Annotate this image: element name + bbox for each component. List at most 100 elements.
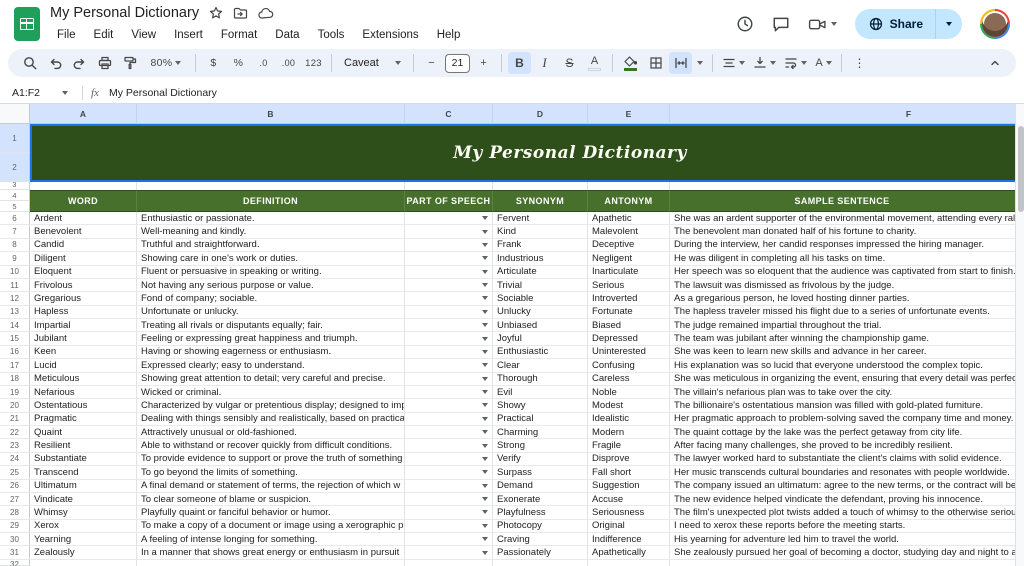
cell-part-of-speech[interactable] <box>405 359 493 372</box>
cell-word[interactable]: Lucid <box>30 359 137 372</box>
cell-antonym[interactable]: Deceptive <box>588 238 670 252</box>
cell-word[interactable]: Hapless <box>30 305 137 318</box>
cell-empty[interactable] <box>137 559 405 566</box>
cell-part-of-speech[interactable] <box>405 265 493 278</box>
cell-definition[interactable]: Well-meaning and kindly. <box>137 225 405 238</box>
menu-item-view[interactable]: View <box>124 27 163 43</box>
cell-synonym[interactable]: Craving <box>493 533 588 546</box>
cell-definition[interactable]: Enthusiastic or passionate. <box>137 212 405 225</box>
cell-sentence[interactable]: The team was jubilant after winning the … <box>670 332 1015 345</box>
cell-definition[interactable]: Unfortunate or unlucky. <box>137 305 405 318</box>
dropdown-caret-icon[interactable] <box>482 323 488 328</box>
cell-synonym[interactable]: Photocopy <box>493 519 588 532</box>
cell-antonym[interactable]: Suggestion <box>588 479 670 492</box>
cell-sentence[interactable]: I need to xerox these reports before the… <box>670 519 1015 532</box>
dropdown-caret-icon[interactable] <box>482 309 488 314</box>
dropdown-caret-icon[interactable] <box>482 376 488 381</box>
cell-antonym[interactable]: Apathetically <box>588 546 670 559</box>
cell-definition[interactable]: Expressed clearly; easy to understand. <box>137 359 405 372</box>
cell-synonym[interactable]: Demand <box>493 479 588 492</box>
cell-part-of-speech[interactable] <box>405 212 493 225</box>
font-size-input[interactable]: 21 <box>445 53 470 73</box>
row-header-14[interactable]: 14 <box>0 319 30 332</box>
share-button[interactable]: Share <box>855 9 935 39</box>
cell-word[interactable]: Zealously <box>30 546 137 559</box>
column-header-a[interactable]: A <box>30 104 137 124</box>
cell-definition[interactable]: A feeling of intense longing for somethi… <box>137 533 405 546</box>
redo-icon[interactable] <box>68 52 91 74</box>
cell-part-of-speech[interactable] <box>405 305 493 318</box>
cell-part-of-speech[interactable] <box>405 399 493 412</box>
cell-definition[interactable]: Playfully quaint or fanciful behavior or… <box>137 506 405 519</box>
cell-sentence[interactable]: She was keen to learn new skills and adv… <box>670 345 1015 359</box>
cell-sentence[interactable]: The benevolent man donated half of his f… <box>670 225 1015 238</box>
row-header-31[interactable]: 31 <box>0 546 30 559</box>
cell-definition[interactable]: Treating all rivals or disputants equall… <box>137 319 405 332</box>
cell-empty[interactable] <box>670 182 1015 190</box>
document-title[interactable]: My Personal Dictionary <box>50 5 199 21</box>
cell-word[interactable]: Meticulous <box>30 372 137 385</box>
format-percent-button[interactable]: % <box>227 52 250 74</box>
row-header-22[interactable]: 22 <box>0 426 30 439</box>
row-header-23[interactable]: 23 <box>0 439 30 452</box>
cell-synonym[interactable]: Strong <box>493 439 588 452</box>
cell-synonym[interactable]: Unbiased <box>493 319 588 332</box>
cell-part-of-speech[interactable] <box>405 492 493 506</box>
dropdown-caret-icon[interactable] <box>482 523 488 528</box>
dropdown-caret-icon[interactable] <box>482 229 488 234</box>
dropdown-caret-icon[interactable] <box>482 430 488 435</box>
dropdown-caret-icon[interactable] <box>482 336 488 341</box>
cell-word[interactable]: Transcend <box>30 466 137 479</box>
cell-antonym[interactable]: Depressed <box>588 332 670 345</box>
merge-cells-dropdown[interactable] <box>694 52 706 74</box>
cell-definition[interactable]: Showing care in one's work or duties. <box>137 252 405 265</box>
menu-item-file[interactable]: File <box>50 27 83 43</box>
cell-word[interactable]: Jubilant <box>30 332 137 345</box>
cell-synonym[interactable]: Trivial <box>493 278 588 292</box>
dropdown-caret-icon[interactable] <box>482 550 488 555</box>
cell-empty[interactable] <box>30 182 137 190</box>
row-header-25[interactable]: 25 <box>0 466 30 479</box>
cell-empty[interactable] <box>405 559 493 566</box>
cell-definition[interactable]: To clear someone of blame or suspicion. <box>137 492 405 506</box>
cell-synonym[interactable]: Articulate <box>493 265 588 278</box>
formula-bar-value[interactable]: My Personal Dictionary <box>109 87 217 99</box>
cell-definition[interactable]: Fluent or persuasive in speaking or writ… <box>137 265 405 278</box>
cell-definition[interactable]: Showing great attention to detail; very … <box>137 372 405 385</box>
column-header-e[interactable]: E <box>588 104 670 124</box>
account-avatar[interactable] <box>980 9 1010 39</box>
cell-synonym[interactable]: Sociable <box>493 292 588 305</box>
row-header-2[interactable]: 2 <box>0 153 30 182</box>
row-header-5[interactable]: 5 <box>0 201 30 212</box>
undo-icon[interactable] <box>43 52 66 74</box>
cell-synonym[interactable]: Frank <box>493 238 588 252</box>
dropdown-caret-icon[interactable] <box>482 416 488 421</box>
cloud-saved-icon[interactable] <box>258 7 274 20</box>
text-wrapping-button[interactable] <box>781 52 810 74</box>
row-header-10[interactable]: 10 <box>0 265 30 278</box>
cell-sentence[interactable]: She was an ardent supporter of the envir… <box>670 212 1015 225</box>
share-dropdown-button[interactable] <box>936 9 962 39</box>
dropdown-caret-icon[interactable] <box>482 510 488 515</box>
row-header-19[interactable]: 19 <box>0 385 30 399</box>
row-header-3[interactable]: 3 <box>0 182 30 190</box>
row-header-4[interactable]: 4 <box>0 190 30 201</box>
cell-sentence[interactable]: The lawyer worked hard to substantiate t… <box>670 452 1015 466</box>
cell-empty[interactable] <box>137 182 405 190</box>
cell-synonym[interactable]: Practical <box>493 412 588 425</box>
cell-antonym[interactable]: Disprove <box>588 452 670 466</box>
dropdown-caret-icon[interactable] <box>482 443 488 448</box>
menu-item-insert[interactable]: Insert <box>167 27 210 43</box>
cell-part-of-speech[interactable] <box>405 479 493 492</box>
cell-sentence[interactable]: His explanation was so lucid that everyo… <box>670 359 1015 372</box>
print-icon[interactable] <box>93 52 116 74</box>
bold-button[interactable]: B <box>508 52 531 74</box>
cell-part-of-speech[interactable] <box>405 252 493 265</box>
cell-part-of-speech[interactable] <box>405 546 493 559</box>
cell-synonym[interactable]: Exonerate <box>493 492 588 506</box>
column-header-c[interactable]: C <box>405 104 493 124</box>
cell-antonym[interactable]: Inarticulate <box>588 265 670 278</box>
cell-synonym[interactable]: Enthusiastic <box>493 345 588 359</box>
menu-item-tools[interactable]: Tools <box>311 27 352 43</box>
cell-part-of-speech[interactable] <box>405 466 493 479</box>
